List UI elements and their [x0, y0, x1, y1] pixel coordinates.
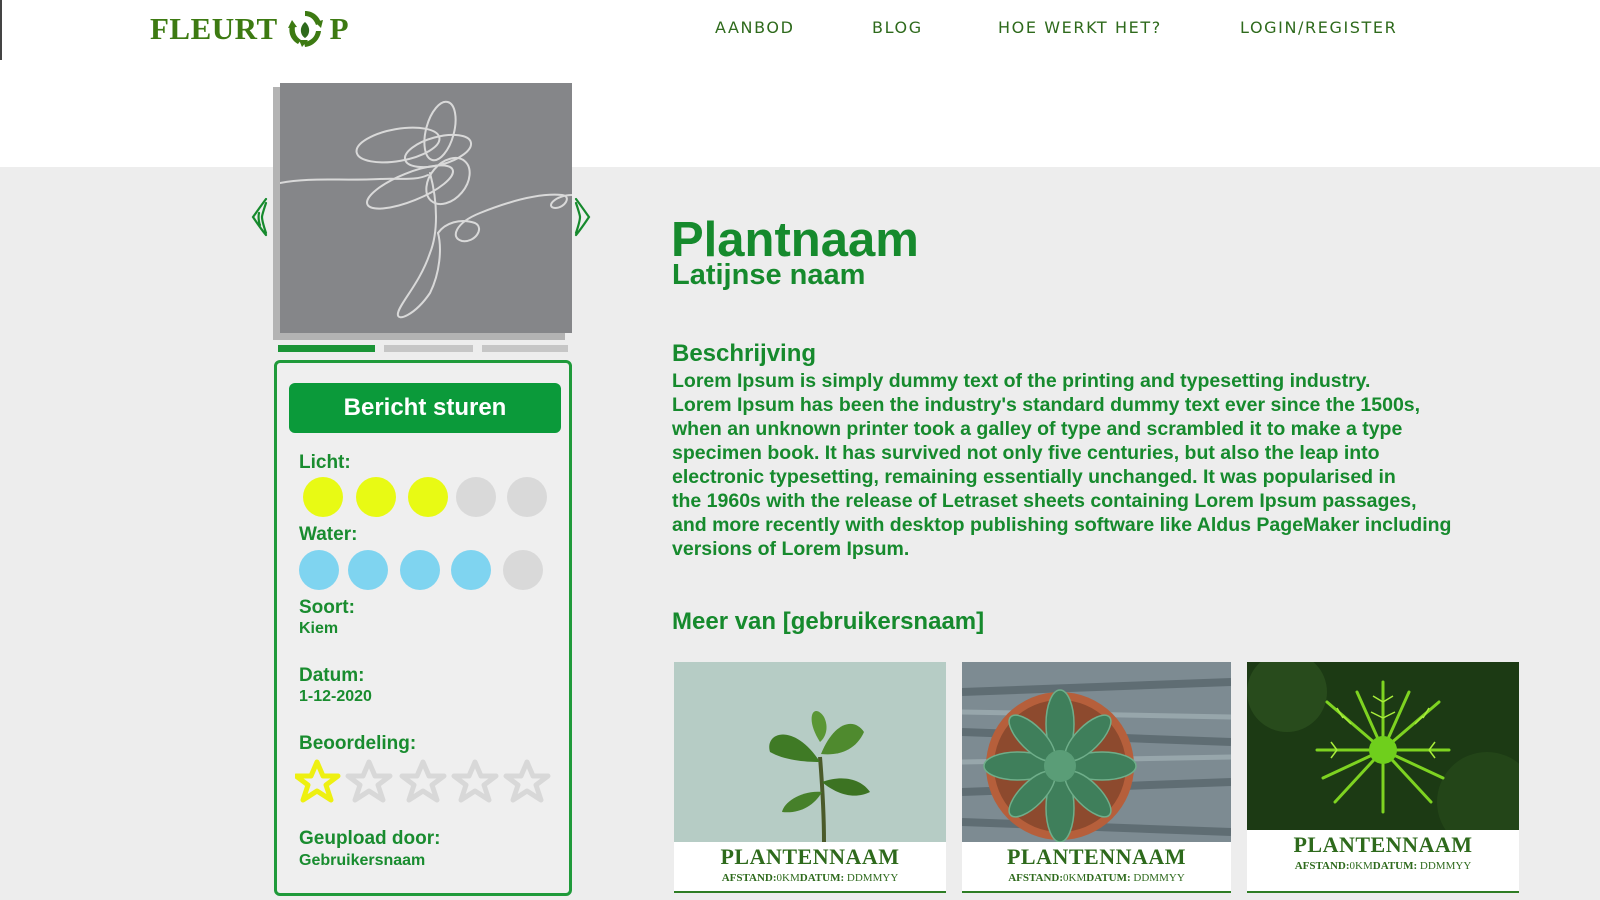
uploader-value[interactable]: Gebruikersnaam [299, 852, 425, 870]
slide-indicator-3[interactable] [482, 345, 568, 352]
more-from-user-heading: Meer van [gebruikersnaam] [672, 608, 985, 635]
light-dot [456, 477, 496, 517]
description-line: when an unknown printer took a galley of… [672, 418, 1403, 440]
card-date-value: DDMMYY [846, 872, 899, 884]
recycle-leaf-icon [287, 11, 323, 47]
light-dot [408, 477, 448, 517]
nav-aanbod[interactable]: AANBOD [715, 18, 795, 37]
description-line: and more recently with desktop publishin… [672, 514, 1452, 536]
card-date-label: DATUM: [1372, 860, 1418, 872]
arrow-left-icon[interactable] [250, 195, 272, 239]
type-value: Kiem [299, 620, 339, 637]
description-line: electronic typesetting, remaining essent… [672, 466, 1396, 488]
card-meta: AFSTAND:0KMDATUM: DDMMYY [1247, 860, 1519, 872]
rating-label: Beoordeling: [299, 733, 417, 754]
card-distance-label: AFSTAND: [1294, 860, 1350, 872]
description-line: the 1960s with the release of Letraset s… [672, 490, 1417, 512]
slide-indicator-2[interactable] [384, 345, 473, 352]
plant-latin-name: Latijnse naam [672, 259, 866, 291]
description-line: Lorem Ipsum is simply dummy text of the … [672, 370, 1371, 392]
logo-text-right: P [329, 11, 350, 46]
plant-card[interactable]: PLANTENNAAM AFSTAND:0KMDATUM: DDMMYY [674, 662, 946, 893]
star-icon [399, 759, 447, 803]
description-line: specimen book. It has survived not only … [672, 442, 1380, 464]
window-edge [0, 0, 2, 60]
card-distance-label: AFSTAND: [721, 872, 777, 884]
arrow-right-icon[interactable] [570, 195, 592, 239]
description-line: Lorem Ipsum has been the industry's stan… [672, 394, 1421, 416]
card-distance-value: 0KM [1063, 872, 1087, 884]
card-date-label: DATUM: [1086, 872, 1131, 884]
description-text: Lorem Ipsum is simply dummy text of the … [672, 369, 1532, 561]
card-date-value: DDMMYY [1133, 872, 1185, 884]
fern-photo [1247, 662, 1519, 830]
star-icon [295, 759, 341, 803]
card-distance-value: 0KM [1349, 860, 1373, 872]
logo-text-left: FLEURT [150, 11, 278, 46]
water-dot [400, 550, 440, 590]
light-dot [356, 477, 396, 517]
nav-hoe-werkt-het[interactable]: HOE WERKT HET? [998, 18, 1162, 37]
description-heading: Beschrijving [672, 340, 817, 367]
light-dot [303, 477, 343, 517]
card-date-label: DATUM: [799, 872, 845, 884]
light-label: Licht: [299, 452, 351, 473]
water-dot [451, 550, 491, 590]
star-icon [345, 759, 393, 803]
succulent-photo [962, 662, 1231, 842]
send-message-button[interactable]: Bericht sturen [289, 383, 561, 433]
plant-card[interactable]: PLANTENNAAM AFSTAND:0KMDATUM: DDMMYY [1247, 662, 1519, 893]
card-distance-value: 0KM [776, 872, 800, 884]
nav-blog[interactable]: BLOG [872, 18, 923, 37]
card-plant-name: PLANTENNAAM [1293, 832, 1473, 857]
card-plant-name: PLANTENNAAM [720, 844, 900, 869]
card-plant-name: PLANTENNAAM [1006, 844, 1187, 869]
water-label: Water: [299, 524, 358, 545]
card-meta: AFSTAND:0KMDATUM: DDMMYY [674, 872, 946, 884]
logo[interactable]: FLEURT P [150, 6, 349, 52]
sprout-photo [674, 662, 946, 842]
flower-sketch-icon [279, 100, 573, 319]
nav-login-register[interactable]: LOGIN/REGISTER [1240, 18, 1397, 37]
date-value: 1-12-2020 [299, 688, 372, 705]
slide-indicator-1[interactable] [278, 345, 375, 352]
star-icon [503, 759, 551, 803]
light-dot [507, 477, 547, 517]
water-dot [503, 550, 543, 590]
rating-stars [295, 759, 551, 803]
gallery-image[interactable] [279, 83, 573, 333]
water-dot [299, 550, 339, 590]
card-date-value: DDMMYY [1419, 860, 1472, 872]
star-icon [451, 759, 499, 803]
water-dot [348, 550, 388, 590]
card-meta: AFSTAND:0KMDATUM: DDMMYY [962, 872, 1231, 884]
type-label: Soort: [299, 597, 355, 618]
image-gallery [273, 83, 573, 340]
plant-info-card: Bericht sturen Licht: Water: Soort: Kiem… [274, 360, 572, 896]
uploader-label: Geupload door: [299, 828, 441, 849]
plant-card[interactable]: PLANTENNAAM AFSTAND:0KMDATUM: DDMMYY [962, 662, 1231, 893]
card-distance-label: AFSTAND: [1008, 872, 1064, 884]
date-label: Datum: [299, 665, 365, 686]
description-line: versions of Lorem Ipsum. [672, 538, 910, 560]
